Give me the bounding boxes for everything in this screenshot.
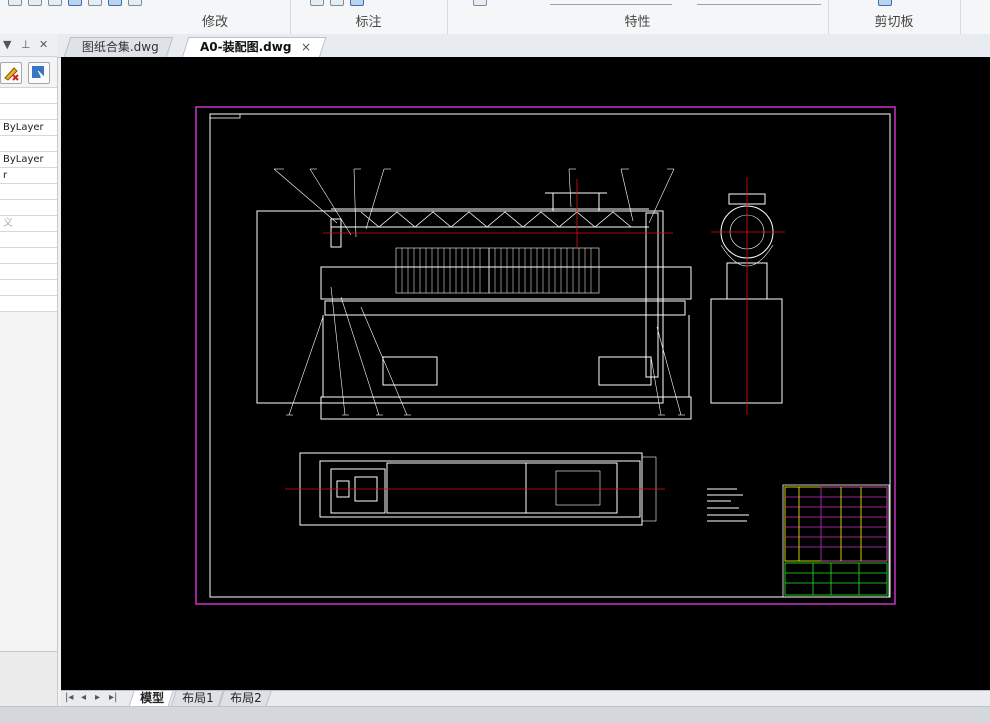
dimension-icon[interactable]: [310, 0, 324, 6]
leader-lines: [273, 168, 685, 416]
properties-palette: ▼ ⊥ ✕ ByLayer ByLayer r 义: [0, 34, 58, 707]
drawing-frame: [195, 106, 896, 605]
property-row[interactable]: [0, 232, 57, 248]
ribbon-group-label[interactable]: 剪切板: [828, 11, 960, 30]
table-icon[interactable]: [350, 0, 364, 6]
elevation-centerline: [323, 179, 673, 247]
close-icon[interactable]: ✕: [39, 38, 48, 51]
tab-layout1[interactable]: 布局1: [170, 691, 224, 707]
property-row[interactable]: 义: [0, 216, 57, 232]
ribbon-group-modify: 修改: [0, 0, 291, 34]
prev-layout-icon[interactable]: ◂: [81, 692, 86, 703]
stretch-icon[interactable]: [108, 0, 122, 6]
next-layout-icon[interactable]: ▸: [95, 692, 100, 703]
ribbon-group-label[interactable]: 修改: [140, 11, 290, 30]
tab-label: 图纸合集.dwg: [81, 40, 159, 54]
quick-select-icon[interactable]: [0, 62, 22, 84]
first-layout-icon[interactable]: |◂: [65, 692, 73, 703]
last-layout-icon[interactable]: ▸|: [109, 692, 117, 703]
tab-assembly[interactable]: A0-装配图.dwg ×: [181, 37, 326, 58]
paste-icon[interactable]: [878, 0, 892, 6]
status-bar: [0, 706, 990, 723]
model-space-canvas[interactable]: [61, 57, 990, 690]
property-row[interactable]: [0, 280, 57, 296]
property-row[interactable]: [0, 248, 57, 264]
layout-tab-label: 布局2: [230, 691, 262, 705]
property-row[interactable]: [0, 104, 57, 120]
side-view: [710, 193, 783, 404]
move-icon[interactable]: [8, 0, 22, 6]
palette-buttons: [0, 57, 57, 88]
ribbon-group-label[interactable]: 标注: [290, 11, 447, 30]
layout-tab-label: 模型: [140, 691, 165, 705]
property-row[interactable]: [0, 264, 57, 280]
properties-icon[interactable]: [473, 0, 487, 6]
layout-tab-label: 布局1: [182, 691, 214, 705]
document-tabs: 图纸合集.dwg A0-装配图.dwg ×: [57, 34, 990, 58]
filter-pleats: [401, 248, 592, 293]
property-row[interactable]: [0, 296, 57, 312]
rotate-icon[interactable]: [48, 0, 62, 6]
close-tab-icon[interactable]: ×: [301, 38, 311, 57]
tab-drawing-set[interactable]: 图纸合集.dwg: [63, 37, 174, 57]
modify-tools: [8, 0, 142, 6]
property-row[interactable]: [0, 200, 57, 216]
cad-drawing: [195, 106, 896, 605]
tab-layout2[interactable]: 布局2: [218, 691, 272, 707]
leader-icon[interactable]: [330, 0, 344, 6]
ribbon-group-label[interactable]: 特性: [447, 11, 828, 30]
technical-notes: [707, 488, 749, 522]
palette-footer: [0, 651, 57, 707]
ribbon-group-properties: 特性: [447, 0, 829, 34]
side-centerline: [711, 177, 785, 415]
trim-icon[interactable]: [128, 0, 142, 6]
property-row[interactable]: ByLayer: [0, 152, 57, 168]
tab-model[interactable]: 模型: [128, 691, 174, 707]
color-select[interactable]: [550, 0, 672, 5]
title-block: [782, 484, 890, 598]
property-row[interactable]: ByLayer: [0, 120, 57, 136]
property-row[interactable]: [0, 88, 57, 104]
scale-icon[interactable]: [88, 0, 102, 6]
layout-tab-bar: |◂ ◂ ▸ ▸| 模型 布局1 布局2: [61, 690, 990, 707]
dropdown-icon[interactable]: ▼: [3, 38, 11, 51]
property-row[interactable]: [0, 136, 57, 152]
select-objects-glyph: [32, 66, 47, 83]
property-row[interactable]: [0, 184, 57, 200]
ribbon: 修改 标注 特性 剪切板: [0, 0, 990, 35]
property-row[interactable]: r: [0, 168, 57, 184]
tab-label: A0-装配图.dwg: [200, 40, 292, 54]
pin-icon[interactable]: ⊥: [21, 38, 31, 51]
quick-select-glyph: [4, 67, 19, 81]
linetype-select[interactable]: [697, 0, 821, 5]
select-objects-icon[interactable]: [28, 62, 50, 84]
palette-header: ▼ ⊥ ✕: [0, 34, 57, 57]
ribbon-group-clipboard: 剪切板: [828, 0, 961, 34]
ribbon-group-dimension: 标注: [290, 0, 448, 34]
dimension-tools: [310, 0, 364, 6]
elevation-view: [256, 168, 692, 420]
copy-icon[interactable]: [28, 0, 42, 6]
mirror-icon[interactable]: [68, 0, 82, 6]
